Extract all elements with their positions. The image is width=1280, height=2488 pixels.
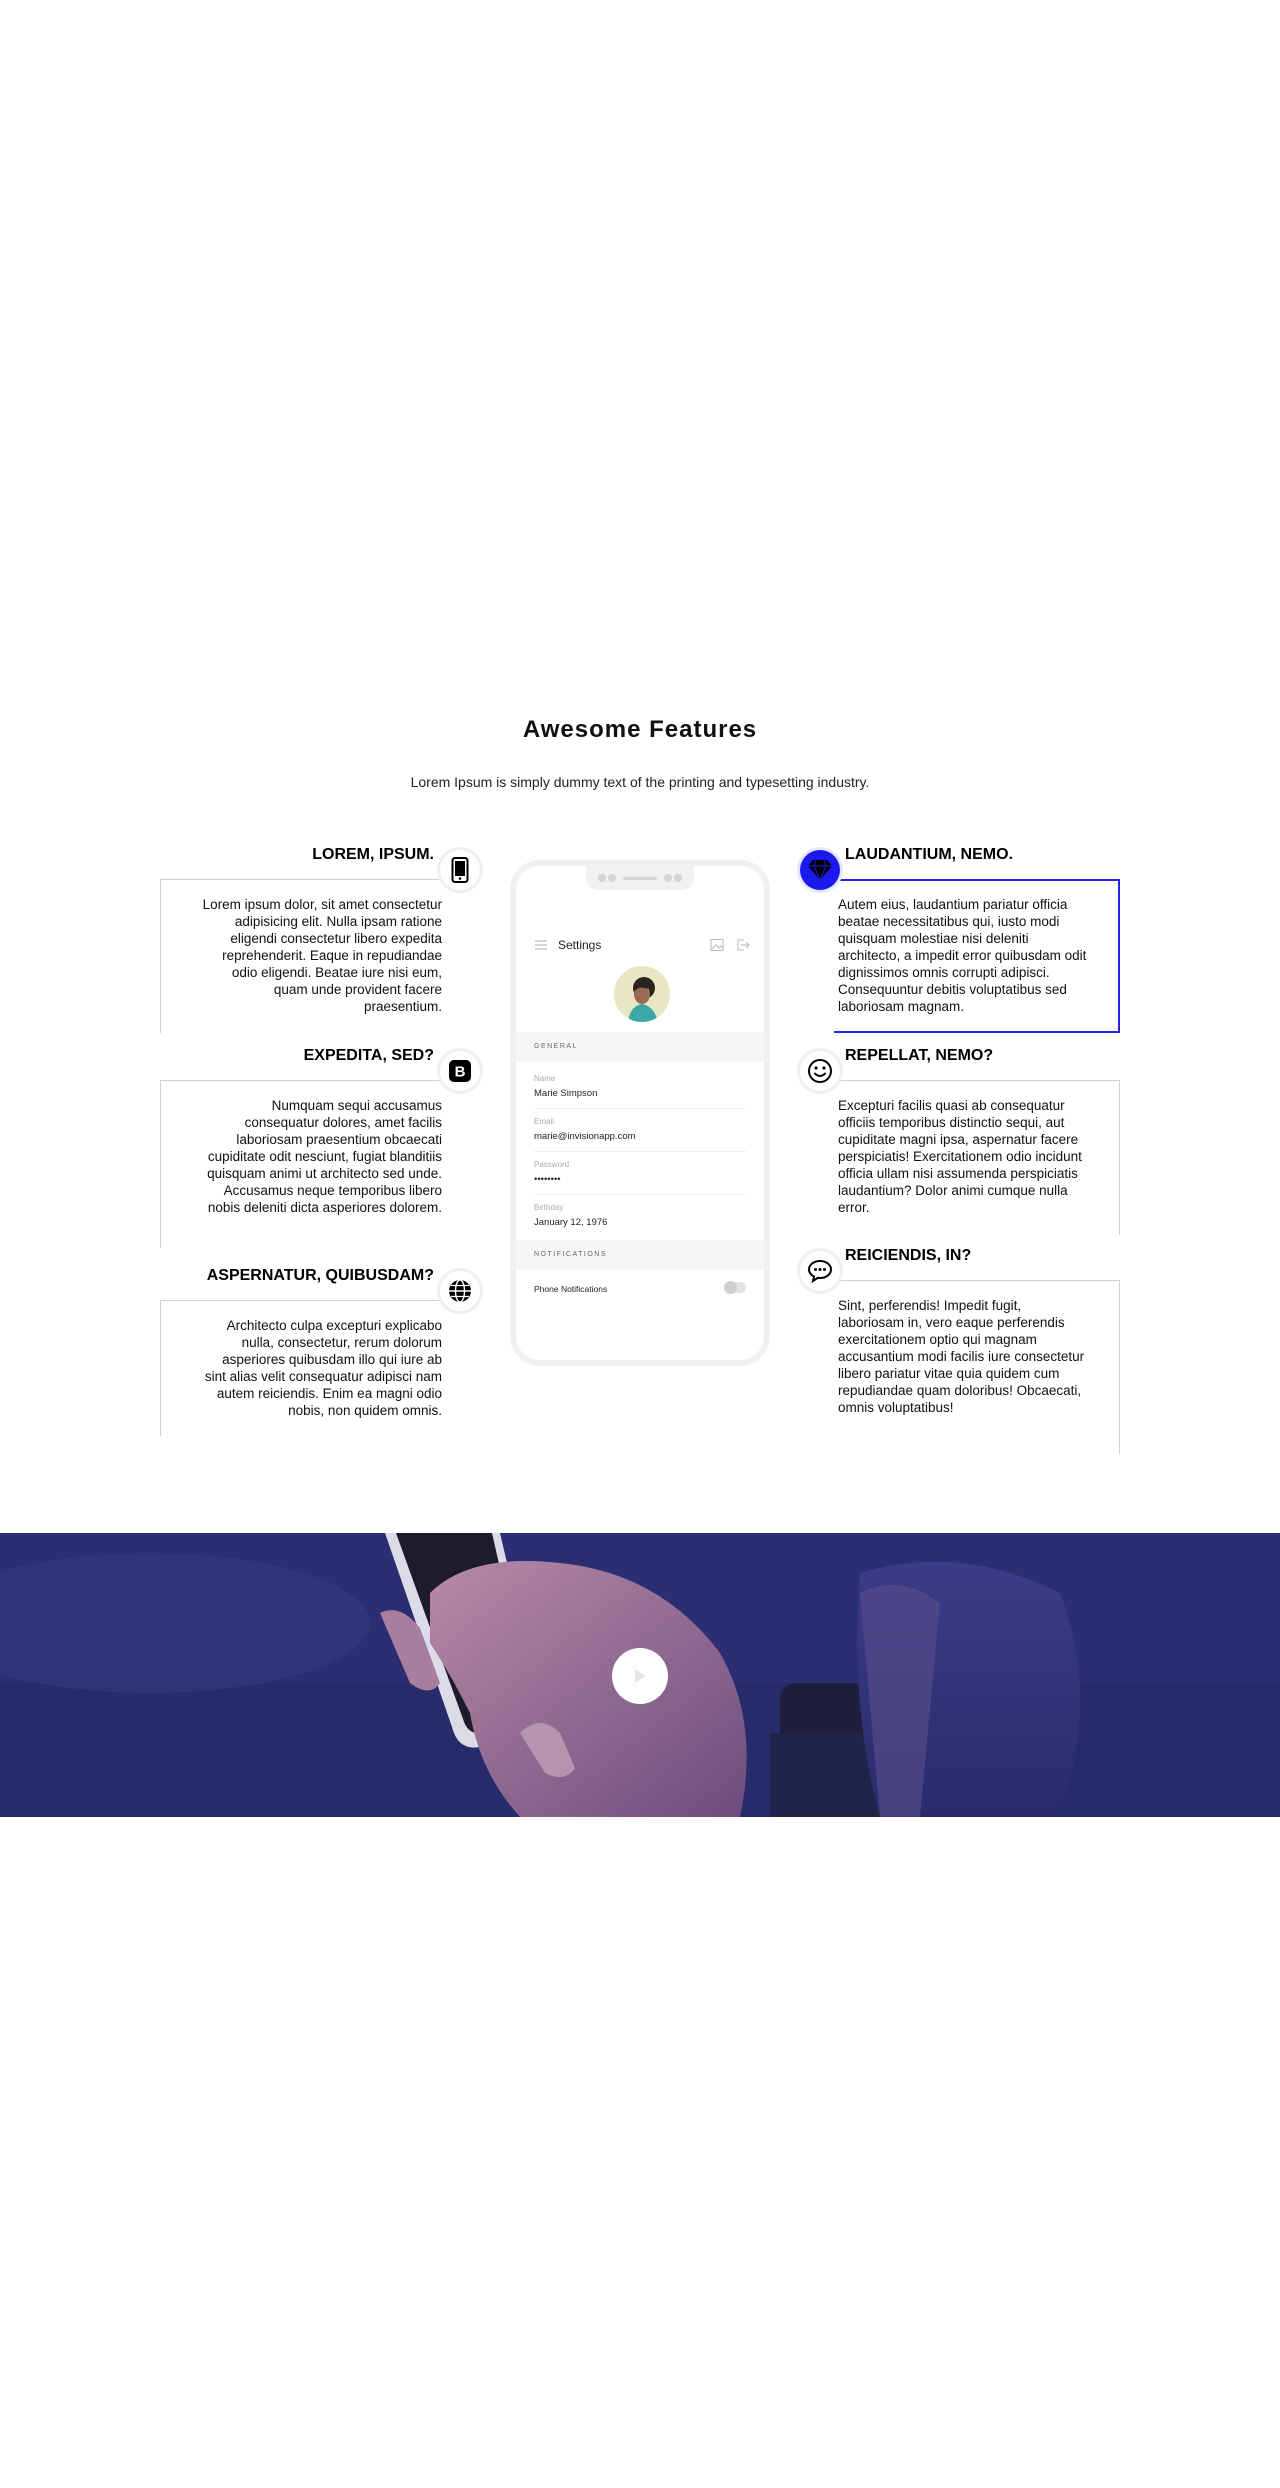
birthday-field[interactable]: Birthday January 12, 1976 [534,1197,746,1237]
field-label: Password [534,1160,570,1169]
bootstrap-icon: B [440,1051,480,1091]
phone-mockup: Settings GENERAL Name Marie Simpson Emai [510,860,770,1366]
feature-title: REPELLAT, NEMO? [845,1047,994,1064]
phone-notch [586,866,694,890]
field-value: Marie Simpson [534,1088,598,1099]
feature-text: Excepturi facilis quasi ab consequatur o… [838,1098,1082,1215]
field-label: Email [534,1117,555,1126]
feature-lorem-ipsum: LOREM, IPSUM. Lorem ipsum dolor, sit ame… [160,846,480,1036]
section-subtitle: Lorem Ipsum is simply dummy text of the … [410,774,870,790]
field-value: •••••••• [534,1174,561,1185]
feature-aspernatur-quibusdam: ASPERNATUR, QUIBUSDAM? Architecto culpa … [160,1267,480,1457]
feature-repellat-nemo: REPELLAT, NEMO? Excepturi facilis quasi … [800,1047,1120,1237]
feature-text: Sint, perferendis! Impedit fugit, labori… [838,1298,1085,1415]
field-value: marie@invisionapp.com [534,1131,636,1142]
avatar[interactable] [614,966,670,1022]
section-title: Awesome Features [522,716,758,743]
feature-reiciendis-in: REICIENDIS, IN? Sint, perferendis! Imped… [800,1247,1120,1454]
play-video-button[interactable] [612,1648,668,1704]
feature-title: ASPERNATUR, QUIBUSDAM? [206,1267,434,1284]
field-value: January 12, 1976 [534,1217,608,1228]
feature-laudantium-nemo: LAUDANTIUM, NEMO. Autem eius, laudantium… [800,846,1120,1036]
mobile-phone-icon [440,850,480,890]
toggle-label: Phone Notifications [534,1284,608,1294]
play-icon [635,1669,646,1683]
field-label: Birthday [534,1203,564,1212]
phone-notifications-row: Phone Notifications [534,1276,746,1304]
svg-text:B: B [455,1064,466,1081]
feature-text: Autem eius, laudantium pariatur officia … [838,897,1087,1014]
phone-screen-title: Settings [558,938,602,952]
feature-title: LAUDANTIUM, NEMO. [845,846,1013,863]
email-field[interactable]: Email marie@invisionapp.com [534,1111,746,1152]
phone-header: Settings [516,936,764,956]
feature-text: Architecto culpa excepturi explicabo nul… [204,1318,442,1418]
feature-title: LOREM, IPSUM. [312,846,434,863]
feature-text: Lorem ipsum dolor, sit amet consectetur … [202,897,442,1014]
hamburger-menu-icon[interactable] [534,938,548,952]
feature-title: EXPEDITA, SED? [303,1047,434,1064]
feature-expedita-sed: EXPEDITA, SED? Numquam sequi accusamus c… [160,1047,480,1248]
globe-icon [440,1271,480,1311]
page: Awesome Features Lorem Ipsum is simply d… [0,0,1280,2488]
chat-bubble-icon [800,1251,840,1291]
image-icon[interactable] [710,938,724,952]
field-label: Name [534,1074,556,1083]
smiley-icon [800,1051,840,1091]
phone-notifications-toggle[interactable] [724,1281,746,1294]
diamond-icon [800,850,840,890]
feature-title: REICIENDIS, IN? [845,1247,972,1264]
name-field[interactable]: Name Marie Simpson [534,1068,746,1109]
group-label-notifications: NOTIFICATIONS [516,1240,764,1270]
logout-icon[interactable] [736,938,750,952]
group-label-general: GENERAL [516,1032,764,1062]
password-field[interactable]: Password •••••••• [534,1154,746,1195]
feature-text: Numquam sequi accusamus consequatur dolo… [207,1098,442,1215]
